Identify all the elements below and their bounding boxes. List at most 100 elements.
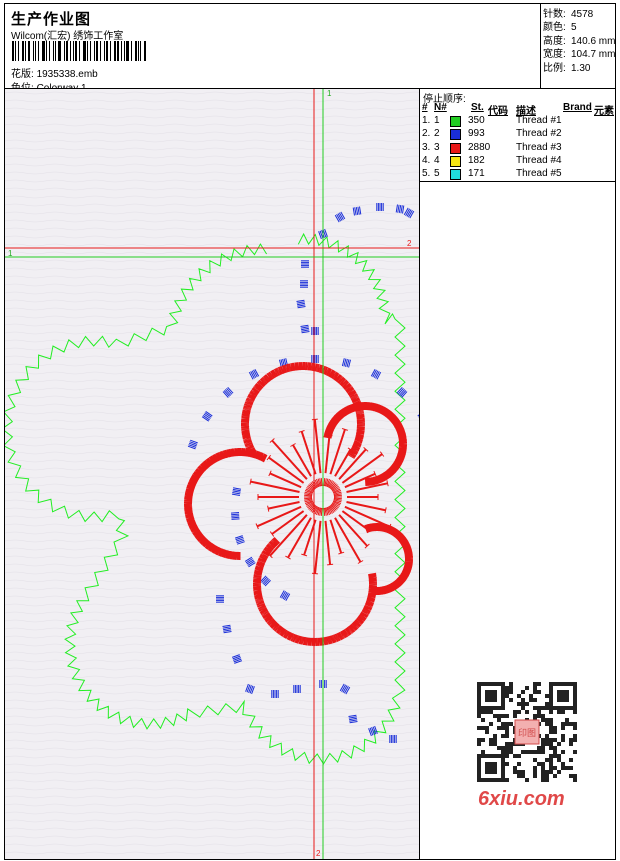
qr-module bbox=[561, 734, 565, 738]
embroidery-design: 1 1 2 2 bbox=[5, 89, 419, 859]
qr-module bbox=[497, 726, 501, 730]
qr-module bbox=[537, 762, 541, 766]
qr-module bbox=[537, 714, 541, 718]
qr-module bbox=[541, 742, 545, 746]
qr-module bbox=[513, 770, 517, 774]
row-num: 1. bbox=[422, 115, 431, 126]
qr-module bbox=[525, 750, 529, 754]
red-center-stitch bbox=[323, 507, 326, 516]
qr-module bbox=[561, 766, 565, 770]
qr-module bbox=[485, 766, 489, 770]
qr-module bbox=[477, 762, 481, 766]
row-stitches: 2880 bbox=[468, 141, 491, 153]
row-num: 3. bbox=[422, 141, 431, 153]
qr-module bbox=[505, 746, 509, 750]
qr-module bbox=[549, 766, 553, 770]
qr-module bbox=[521, 770, 525, 774]
qr-module bbox=[549, 726, 553, 730]
qr-module bbox=[561, 710, 565, 714]
qr-module bbox=[509, 722, 513, 726]
info-scale: 比例: 1.30 bbox=[543, 63, 591, 74]
qr-module bbox=[541, 770, 545, 774]
qr-module bbox=[501, 754, 505, 758]
qr-module bbox=[501, 722, 505, 726]
qr-module bbox=[537, 682, 541, 686]
qr-module bbox=[541, 778, 545, 782]
qr-module bbox=[553, 774, 557, 778]
qr-module bbox=[477, 686, 481, 690]
qr-module bbox=[557, 754, 561, 758]
file-line: 花版: 1935338.emb bbox=[11, 65, 98, 80]
color-row[interactable]: 3. 3 2880 Thread #3 bbox=[420, 142, 617, 155]
qr-module bbox=[561, 682, 565, 686]
red-center-stitch bbox=[320, 507, 323, 516]
qr-module bbox=[477, 706, 481, 710]
qr-module bbox=[517, 710, 521, 714]
qr-module bbox=[549, 758, 553, 762]
qr-module bbox=[521, 698, 525, 702]
red-center-stitch bbox=[323, 478, 326, 487]
qr-module bbox=[541, 746, 545, 750]
qr-module bbox=[549, 702, 553, 706]
qr-module bbox=[497, 754, 501, 758]
qr-module bbox=[477, 770, 481, 774]
color-swatch bbox=[450, 142, 461, 154]
qr-module bbox=[497, 682, 501, 686]
qr-module bbox=[477, 758, 481, 762]
qr-module bbox=[553, 746, 557, 750]
color-row[interactable]: 2. 2 993 Thread #2 bbox=[420, 128, 617, 141]
color-row[interactable]: 1. 1 350 Thread #1 bbox=[420, 115, 617, 128]
qr-module bbox=[549, 706, 553, 710]
qr-module bbox=[497, 706, 501, 710]
qr-module bbox=[549, 770, 553, 774]
color-swatch bbox=[450, 116, 461, 127]
row-desc: Thread #3 bbox=[516, 141, 562, 153]
qr-module bbox=[485, 770, 489, 774]
color-row[interactable]: 4. 4 182 Thread #4 bbox=[420, 155, 617, 168]
qr-module bbox=[501, 702, 505, 706]
row-num: 2. bbox=[422, 128, 431, 140]
qr-module bbox=[505, 726, 509, 730]
red-center-stitch bbox=[320, 478, 323, 487]
qr-module bbox=[557, 694, 561, 698]
qr-module bbox=[545, 738, 549, 742]
qr-module bbox=[573, 738, 577, 742]
qr-module bbox=[569, 722, 573, 726]
qr-module bbox=[485, 754, 489, 758]
qr-module bbox=[533, 690, 537, 694]
qr-module bbox=[489, 766, 493, 770]
qr-module bbox=[477, 774, 481, 778]
design-canvas[interactable]: 1 1 2 2 bbox=[4, 88, 420, 860]
qr-module bbox=[477, 726, 481, 730]
qr-module bbox=[501, 766, 505, 770]
qr-module bbox=[545, 770, 549, 774]
qr-module bbox=[525, 702, 529, 706]
qr-module bbox=[517, 770, 521, 774]
qr-module bbox=[477, 698, 481, 702]
color-row[interactable]: 5. 5 171 Thread #5 bbox=[420, 168, 617, 181]
qr-module bbox=[505, 686, 509, 690]
qr-module bbox=[493, 742, 497, 746]
red-center-stitch bbox=[304, 497, 313, 500]
qr-module bbox=[501, 770, 505, 774]
qr-module bbox=[477, 738, 481, 742]
fabric-texture bbox=[5, 89, 419, 859]
qr-module bbox=[517, 754, 521, 758]
row-stitches: 182 bbox=[468, 154, 485, 166]
qr-module bbox=[569, 682, 573, 686]
stamp-seal-text: 印图 bbox=[518, 727, 536, 739]
qr-module bbox=[509, 750, 513, 754]
qr-module bbox=[557, 690, 561, 694]
qr-module bbox=[553, 738, 557, 742]
row-n: 3 bbox=[434, 141, 440, 153]
qr-code-watermark: 印图 bbox=[472, 680, 582, 785]
qr-module bbox=[493, 754, 497, 758]
qr-module bbox=[501, 750, 505, 754]
company-name: Wilcom(汇宏) 绣饰工作室 bbox=[11, 31, 124, 42]
qr-module bbox=[521, 706, 525, 710]
qr-module bbox=[485, 706, 489, 710]
qr-module bbox=[561, 726, 565, 730]
qr-module bbox=[569, 766, 573, 770]
row-n: 4 bbox=[434, 154, 440, 166]
qr-module bbox=[553, 750, 557, 754]
